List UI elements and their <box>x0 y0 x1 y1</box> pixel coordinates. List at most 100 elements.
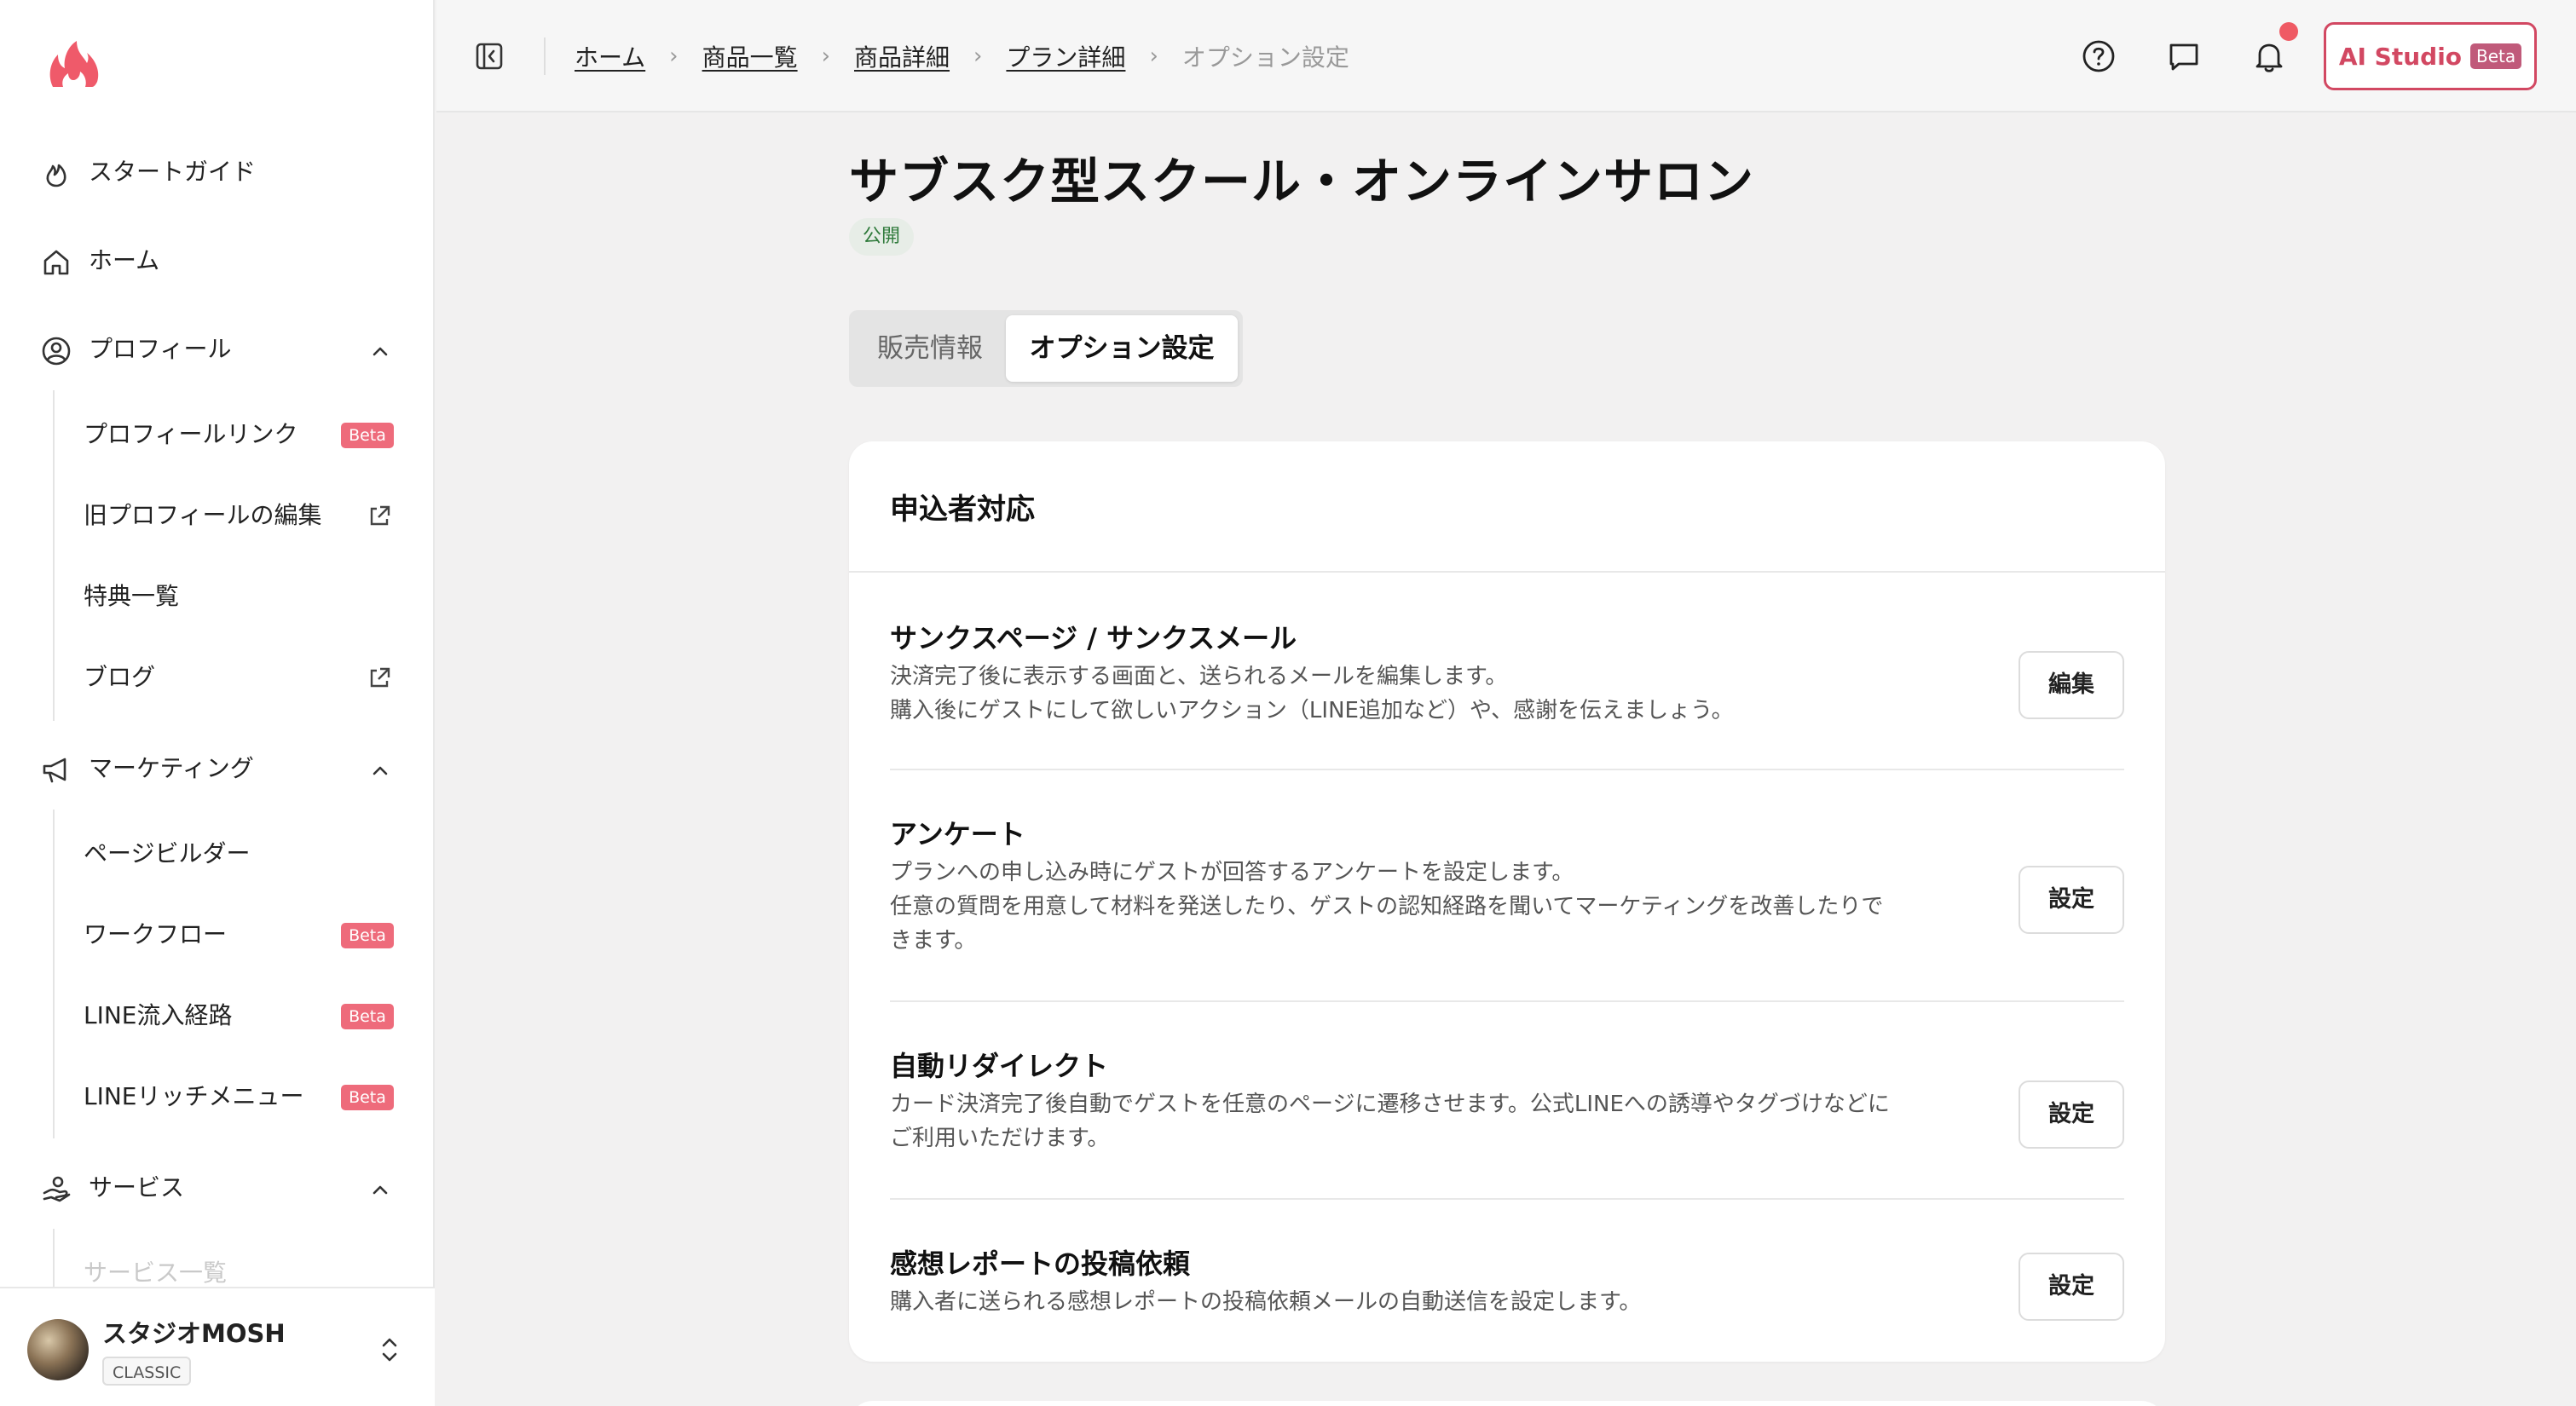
ai-studio-label: AI Studio <box>2338 42 2463 71</box>
breadcrumb-plan-detail[interactable]: プラン詳細 <box>1006 39 1125 73</box>
ai-studio-button[interactable]: AI Studio Beta <box>2324 22 2537 90</box>
sidebar-item-old-profile-edit[interactable]: 旧プロフィールの編集 <box>0 490 435 541</box>
plan-badge: CLASSIC <box>102 1357 192 1386</box>
external-link-icon <box>370 505 390 526</box>
page-title: サブスク型スクール・オンラインサロン <box>849 153 1755 210</box>
breadcrumb-home[interactable]: ホーム <box>575 39 645 73</box>
option-title: アンケート <box>890 818 1025 850</box>
description-line: 任意の質問を用意して材料を発送したり、ゲストの認知経路を聞いてマーケティングを改… <box>890 894 1884 919</box>
sidebar-item-line-inflow[interactable]: LINE流入経路 Beta <box>0 990 435 1041</box>
chevron-up-icon[interactable] <box>368 339 392 363</box>
help-icon[interactable] <box>2080 37 2117 75</box>
chevron-up-down-icon[interactable] <box>377 1333 402 1367</box>
flame-logo-icon[interactable] <box>44 37 104 92</box>
breadcrumb-separator: › <box>973 43 983 69</box>
nav-marketing[interactable]: マーケティング <box>0 743 435 794</box>
tab-sales-info[interactable]: 販売情報 <box>854 315 1006 382</box>
megaphone-icon <box>43 758 66 783</box>
breadcrumb-products[interactable]: 商品一覧 <box>702 39 798 73</box>
row-divider <box>890 1198 2124 1200</box>
sidebar-item-perks[interactable]: 特典一覧 <box>0 571 435 622</box>
user-circle-icon <box>42 337 71 366</box>
home-icon <box>43 250 69 275</box>
sidebar: スタートガイド ホーム プロフィール プロフィールリンク Beta 旧プロフィー… <box>0 0 435 1406</box>
nav-home[interactable]: ホーム <box>0 235 435 286</box>
nav-start-guide-label: スタートガイド <box>89 158 257 186</box>
beta-badge: Beta <box>341 1085 394 1110</box>
chevron-up-icon[interactable] <box>368 758 392 782</box>
option-description: カード決済完了後自動でゲストを任意のページに遷移させます。公式LINEへの誘導や… <box>890 1087 1972 1155</box>
option-title: 感想レポートの投稿依頼 <box>890 1248 1191 1280</box>
external-link-icon <box>370 667 390 688</box>
breadcrumb-separator: › <box>1149 43 1158 69</box>
settings-button[interactable]: 設定 <box>2019 866 2124 934</box>
sidebar-item-label: LINEリッチメニュー <box>84 1082 304 1110</box>
chevron-up-icon[interactable] <box>368 1178 392 1201</box>
nav-home-label: ホーム <box>89 246 160 274</box>
description-line: カード決済完了後自動でゲストを任意のページに遷移させます。公式LINEへの誘導や… <box>890 1092 1890 1117</box>
breadcrumb-current: オプション設定 <box>1181 43 1349 72</box>
description-line: 購入者に送られる感想レポートの投稿依頼メールの自動送信を設定します。 <box>890 1289 1642 1315</box>
nav-profile-label: プロフィール <box>89 335 232 363</box>
hand-service-icon <box>43 1176 71 1202</box>
settings-button[interactable]: 設定 <box>2019 1080 2124 1149</box>
beta-badge: Beta <box>341 923 394 948</box>
settings-button[interactable]: 設定 <box>2019 1253 2124 1321</box>
sidebar-item-label: ワークフロー <box>84 920 228 948</box>
option-row-redirect: 自動リダイレクト カード決済完了後自動でゲストを任意のページに遷移させます。公式… <box>890 1040 2124 1151</box>
sidebar-item-label: 特典一覧 <box>84 582 180 610</box>
row-divider <box>890 1000 2124 1002</box>
edit-button[interactable]: 編集 <box>2019 651 2124 719</box>
breadcrumb-separator: › <box>669 43 679 69</box>
description-line: プランへの申し込み時にゲストが回答するアンケートを設定します。 <box>890 860 1574 885</box>
bell-icon[interactable] <box>2250 37 2288 75</box>
breadcrumb-product-detail[interactable]: 商品詳細 <box>854 39 950 73</box>
option-description: 購入者に送られる感想レポートの投稿依頼メールの自動送信を設定します。 <box>890 1285 1972 1319</box>
breadcrumb-separator: › <box>821 43 830 69</box>
option-row-thanks: サンクスページ / サンクスメール 決済完了後に表示する画面と、送られるメールを… <box>890 612 2124 723</box>
applicant-settings-card: 申込者対応 サンクスページ / サンクスメール 決済完了後に表示する画面と、送ら… <box>849 441 2165 1362</box>
sidebar-item-profile-link[interactable]: プロフィールリンク Beta <box>0 409 435 460</box>
sidebar-item-label: LINE流入経路 <box>84 1001 233 1029</box>
option-title: サンクスページ / サンクスメール <box>890 622 1297 654</box>
sidebar-item-line-rich-menu[interactable]: LINEリッチメニュー Beta <box>0 1071 435 1122</box>
description-line: 決済完了後に表示する画面と、送られるメールを編集します。 <box>890 664 1508 689</box>
option-description: 決済完了後に表示する画面と、送られるメールを編集します。 購入後にゲストにして欲… <box>890 660 1972 728</box>
status-badge: 公開 <box>849 218 915 256</box>
header-divider <box>544 37 546 75</box>
avatar <box>27 1319 89 1380</box>
sidebar-item-label: ブログ <box>84 663 156 691</box>
sidebar-item-blog[interactable]: ブログ <box>0 652 435 703</box>
account-name: スタジオMOSH <box>102 1319 286 1348</box>
next-card <box>849 1401 2165 1406</box>
description-line: きます。 <box>890 928 977 954</box>
breadcrumb: ホーム › 商品一覧 › 商品詳細 › プラン詳細 › オプション設定 <box>575 37 1349 75</box>
beta-badge: Beta <box>341 1004 394 1029</box>
nav-service-label: サービス <box>89 1173 185 1201</box>
chat-icon[interactable] <box>2165 37 2203 75</box>
sidebar-item-label: 旧プロフィールの編集 <box>84 501 322 529</box>
section-title: 申込者対応 <box>890 493 1035 527</box>
account-switcher[interactable]: スタジオMOSH CLASSIC <box>0 1287 435 1406</box>
nav-marketing-label: マーケティング <box>89 754 254 782</box>
option-title: 自動リダイレクト <box>890 1050 1109 1082</box>
sidebar-collapse-icon[interactable] <box>472 39 506 73</box>
option-description: プランへの申し込み時にゲストが回答するアンケートを設定します。 任意の質問を用意… <box>890 856 1972 958</box>
nav-start-guide[interactable]: スタートガイド <box>0 147 435 198</box>
sidebar-item-page-builder[interactable]: ページビルダー <box>0 828 435 879</box>
beta-badge: Beta <box>341 423 394 448</box>
sidebar-item-label: プロフィールリンク <box>84 420 298 448</box>
sidebar-item-workflow[interactable]: ワークフロー Beta <box>0 909 435 960</box>
tab-option-settings[interactable]: オプション設定 <box>1006 315 1238 382</box>
description-line: 購入後にゲストにして欲しいアクション（LINE追加など）や、感謝を伝えましょう。 <box>890 698 1734 723</box>
top-header: ホーム › 商品一覧 › 商品詳細 › プラン詳細 › オプション設定 AI S… <box>436 0 2576 112</box>
option-row-review-request: 感想レポートの投稿依頼 購入者に送られる感想レポートの投稿依頼メールの自動送信を… <box>890 1237 2124 1322</box>
nav-profile[interactable]: プロフィール <box>0 324 435 375</box>
flame-icon <box>46 164 66 187</box>
row-divider <box>890 769 2124 770</box>
option-row-survey: アンケート プランへの申し込み時にゲストが回答するアンケートを設定します。 任意… <box>890 808 2124 954</box>
card-header: 申込者対応 <box>849 441 2165 573</box>
sidebar-item-label: ページビルダー <box>84 839 251 867</box>
notification-dot <box>2279 22 2298 41</box>
nav-service[interactable]: サービス <box>0 1162 435 1213</box>
